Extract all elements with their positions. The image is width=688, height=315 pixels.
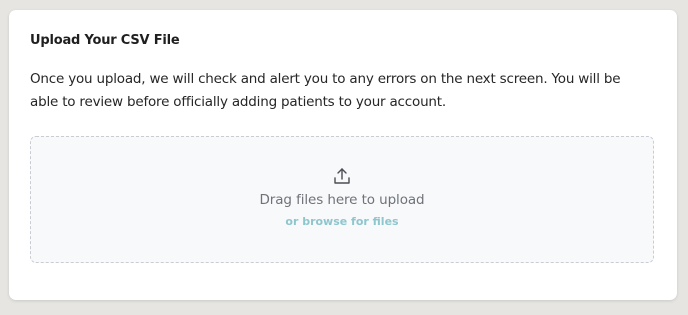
drag-files-text: Drag files here to upload xyxy=(259,192,425,208)
card-title: Upload Your CSV File xyxy=(30,33,180,48)
upload-icon xyxy=(334,168,350,184)
card-description: Once you upload, we will check and alert… xyxy=(30,71,621,110)
upload-csv-card: Upload Your CSV File Once you upload, we… xyxy=(9,10,677,300)
browse-files-link[interactable]: or browse for files xyxy=(31,215,653,228)
file-dropzone[interactable]: Drag files here to upload or browse for … xyxy=(30,136,654,263)
